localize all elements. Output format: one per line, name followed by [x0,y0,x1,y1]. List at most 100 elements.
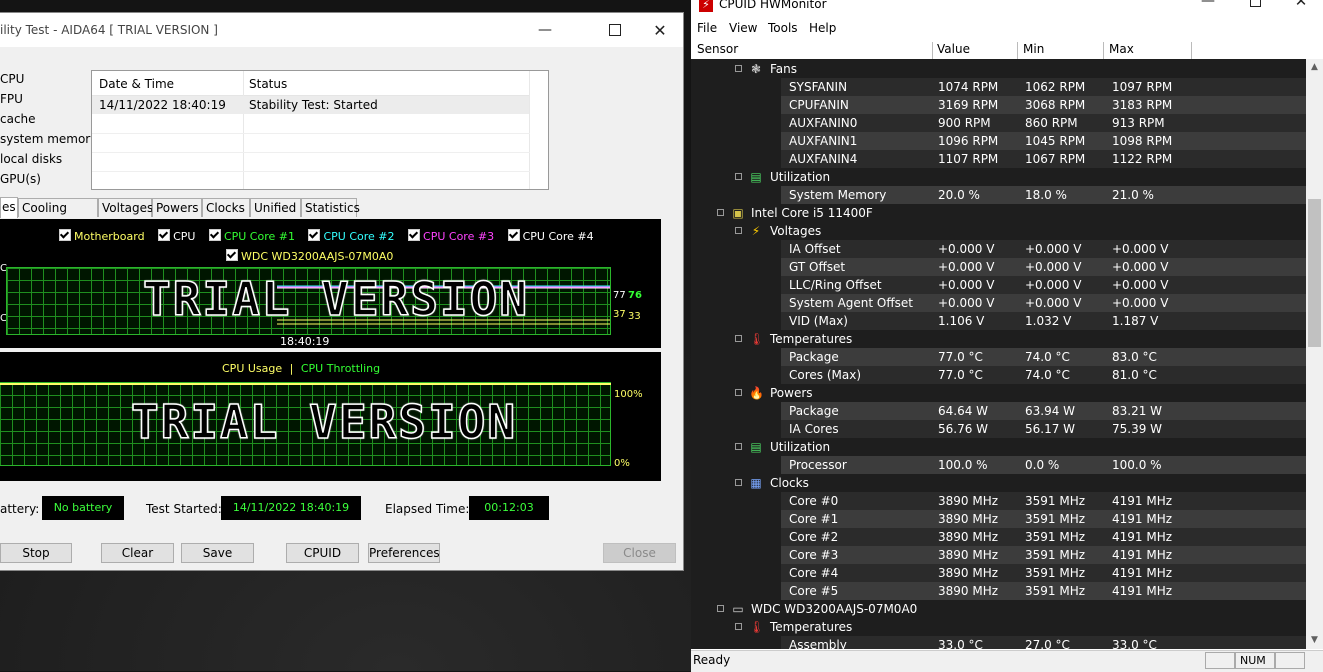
aida64-titlebar[interactable]: ility Test - AIDA64 [ TRIAL VERSION ] — … [0,13,683,47]
sensor-row[interactable]: Package 64.64 W 63.94 W 83.21 W [691,402,1306,420]
sensor-row[interactable]: System Agent Offset +0.000 V +0.000 V +0.00… [691,294,1306,312]
maximize-button[interactable] [592,13,638,47]
tree-group-intel-core-i5-11400f[interactable]: ▣ Intel Core i5 11400F [691,204,1306,222]
sensor-row[interactable]: Core #2 3890 MHz 3591 MHz 4191 MHz [691,528,1306,546]
tree-group-temperatures[interactable]: 🌡 Temperatures [691,618,1306,636]
chip-icon: ▣ [732,206,744,220]
sensor-row[interactable]: GT Offset +0.000 V +0.000 V +0.000 V [691,258,1306,276]
tree-group-wdc-wd3200aajs-07m0a0[interactable]: ▭ WDC WD3200AAJS-07M0A0 [691,600,1306,618]
tab-unified[interactable]: Unified [250,198,301,217]
tree-group-temperatures[interactable]: 🌡 Temperatures [691,330,1306,348]
tree-group-voltages[interactable]: ⚡ Voltages [691,222,1306,240]
status-log-table[interactable]: Date & Time Status 14/11/2022 18:40:19 S… [91,70,549,190]
scroll-down-icon[interactable]: ▼ [1306,632,1323,649]
legend-cpu-core-3[interactable]: CPU Core #3 [408,229,504,243]
expand-toggle-icon[interactable] [735,479,742,486]
vertical-scrollbar[interactable]: ▲ ▼ [1306,59,1323,649]
tree-group-utilization[interactable]: ▤ Utilization [691,438,1306,456]
tree-indent [691,132,781,150]
tree-group-powers[interactable]: 🔥 Powers [691,384,1306,402]
expand-toggle-icon[interactable] [735,623,742,630]
stress-option-system-memory[interactable]: system memory [0,129,97,149]
column-headers: Sensor Value Min Max [691,41,1323,60]
col-max[interactable]: Max [1109,42,1192,59]
stress-option-cpu[interactable]: CPU [0,69,97,89]
sensor-row[interactable]: Core #4 3890 MHz 3591 MHz 4191 MHz [691,564,1306,582]
col-value[interactable]: Value [937,42,1018,59]
expand-toggle-icon[interactable] [735,389,742,396]
sensor-row[interactable]: Core #5 3890 MHz 3591 MHz 4191 MHz [691,582,1306,600]
tab-cooling-fans[interactable]: Cooling Fans [18,198,98,234]
menu-tools[interactable]: Tools [768,21,798,35]
sensor-value: 77.0 °C [938,368,983,382]
hwm-minimize-button[interactable]: — [1185,0,1231,10]
log-header-datetime[interactable]: Date & Time [99,75,174,93]
hwm-maximize-button[interactable] [1232,0,1278,10]
tree-group-clocks[interactable]: ▦ Clocks [691,474,1306,492]
cpuid-button[interactable]: CPUID [286,543,359,563]
stress-option-cache[interactable]: cache [0,109,97,129]
group-label: Fans [770,62,798,76]
scroll-thumb[interactable] [1308,199,1321,347]
sensor-row[interactable]: Processor 100.0 % 0.0 % 100.0 % [691,456,1306,474]
sensor-row[interactable]: IA Offset +0.000 V +0.000 V +0.000 V [691,240,1306,258]
sensor-row[interactable]: AUXFANIN1 1096 RPM 1045 RPM 1098 RPM [691,132,1306,150]
sensor-row[interactable]: Core #3 3890 MHz 3591 MHz 4191 MHz [691,546,1306,564]
tab-powers[interactable]: Powers [152,198,202,217]
stress-option-fpu[interactable]: FPU [0,89,97,109]
menu-help[interactable]: Help [809,21,836,35]
sensor-row[interactable]: CPUFANIN 3169 RPM 3068 RPM 3183 RPM [691,96,1306,114]
clear-button[interactable]: Clear [101,543,174,563]
sensor-row[interactable]: System Memory 20.0 % 18.0 % 21.0 % [691,186,1306,204]
sensor-row[interactable]: Core #0 3890 MHz 3591 MHz 4191 MHz [691,492,1306,510]
expand-toggle-icon[interactable] [735,443,742,450]
scroll-up-icon[interactable]: ▲ [1306,59,1323,76]
stress-option-gpus[interactable]: GPU(s) [0,169,97,189]
stop-button[interactable]: Stop [0,543,72,563]
sensor-row[interactable]: IA Cores 56.76 W 56.17 W 75.39 W [691,420,1306,438]
col-min[interactable]: Min [1023,42,1104,59]
close-button[interactable]: Close [603,543,676,563]
expand-toggle-icon[interactable] [735,173,742,180]
tab-temperatures[interactable]: es [0,197,18,218]
col-sensor[interactable]: Sensor [697,42,933,59]
expand-toggle-icon[interactable] [735,65,742,72]
sensor-row[interactable]: SYSFANIN 1074 RPM 1062 RPM 1097 RPM [691,78,1306,96]
legend-cpu-core-1[interactable]: CPU Core #1 [208,229,305,243]
tab-clocks[interactable]: Clocks [202,198,250,217]
expand-toggle-icon[interactable] [735,227,742,234]
sensor-row[interactable]: LLC/Ring Offset +0.000 V +0.000 V +0.000 V [691,276,1306,294]
sensor-min: 63.94 W [1025,404,1076,418]
save-button[interactable]: Save [181,543,254,563]
menu-file[interactable]: File [697,21,717,35]
preferences-button[interactable]: Preferences [368,543,440,563]
stress-option-local-disks[interactable]: local disks [0,149,97,169]
sensor-row[interactable]: VID (Max) 1.106 V 1.032 V 1.187 V [691,312,1306,330]
expand-toggle-icon[interactable] [717,605,724,612]
close-window-button[interactable]: ✕ [637,13,683,47]
expand-toggle-icon[interactable] [717,209,724,216]
group-label: Utilization [770,170,831,184]
sensor-row[interactable]: Core #1 3890 MHz 3591 MHz 4191 MHz [691,510,1306,528]
legend-cpu[interactable]: CPU [158,229,205,243]
sensor-row[interactable]: Package 77.0 °C 74.0 °C 83.0 °C [691,348,1306,366]
sensor-tree[interactable]: ❃ Fans SYSFANIN 1074 RPM 1062 RPM 1097 RPM CPU… [691,59,1306,649]
tree-group-utilization[interactable]: ▤ Utilization [691,168,1306,186]
tree-group-fans[interactable]: ❃ Fans [691,60,1306,78]
sensor-row[interactable]: AUXFANIN4 1107 RPM 1067 RPM 1122 RPM [691,150,1306,168]
hwmonitor-titlebar[interactable]: ⚡ CPUID HWMonitor — ✕ [691,0,1323,18]
sensor-row[interactable]: Assembly 33.0 °C 27.0 °C 33.0 °C [691,636,1306,649]
legend-wdc-disk[interactable]: WDC WD3200AAJS-07M0A0 [226,249,393,263]
tab-voltages[interactable]: Voltages [98,198,153,217]
tab-statistics[interactable]: Statistics [301,198,360,217]
legend-motherboard[interactable]: Motherboard [59,229,155,243]
sensor-row[interactable]: AUXFANIN0 900 RPM 860 RPM 913 RPM [691,114,1306,132]
log-header-status[interactable]: Status [249,75,287,93]
legend-cpu-core-4[interactable]: CPU Core #4 [507,229,594,243]
minimize-button[interactable]: — [522,13,568,47]
expand-toggle-icon[interactable] [735,335,742,342]
hwm-close-button[interactable]: ✕ [1278,0,1323,10]
legend-cpu-core-2[interactable]: CPU Core #2 [308,229,404,243]
menu-view[interactable]: View [729,21,757,35]
sensor-row[interactable]: Cores (Max) 77.0 °C 74.0 °C 81.0 °C [691,366,1306,384]
